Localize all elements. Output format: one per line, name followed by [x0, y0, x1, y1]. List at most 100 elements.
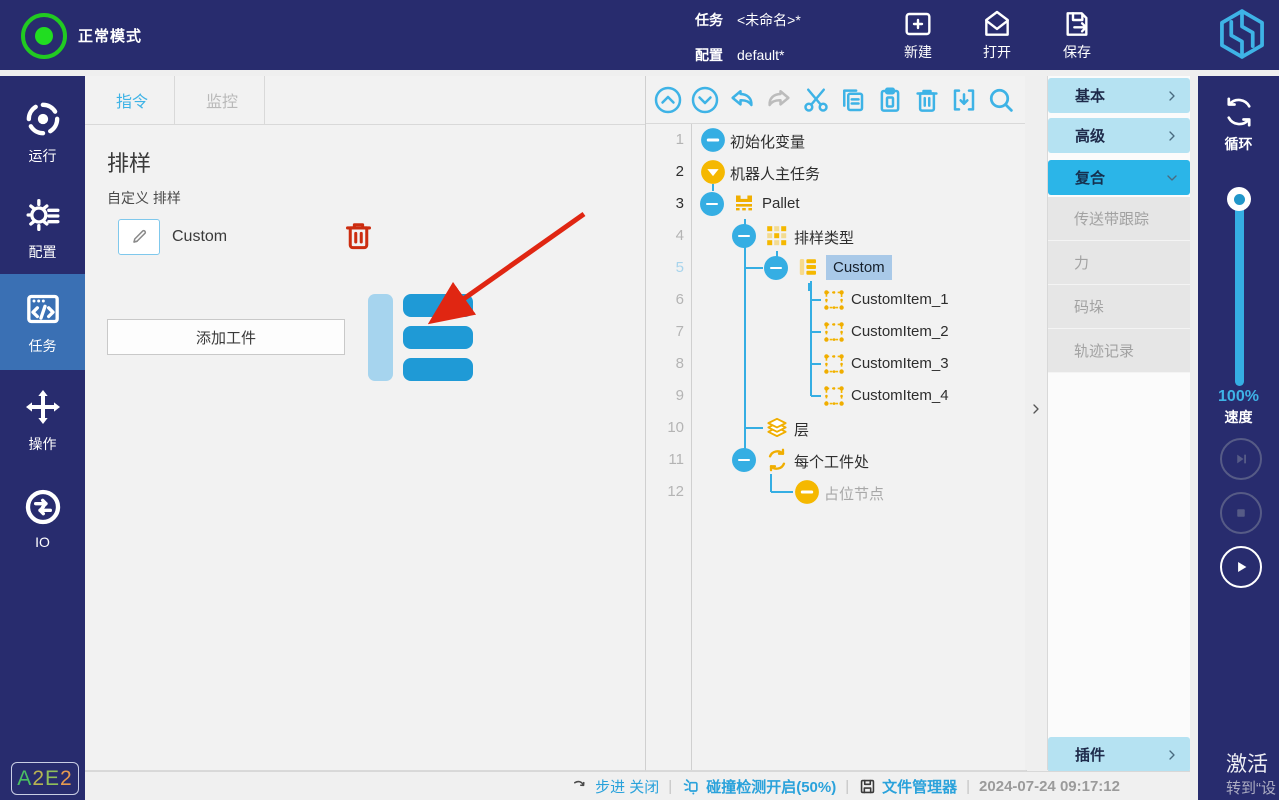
loop-label: 循环	[1198, 134, 1279, 154]
tree-row-number: 6	[646, 291, 684, 308]
cut-button[interactable]	[801, 85, 831, 115]
tree-node-[interactable]: 排样类型	[794, 227, 854, 248]
config-label: 配置	[695, 47, 723, 63]
sidebar-item-task[interactable]: 任务	[0, 274, 85, 370]
delete-button[interactable]	[912, 85, 942, 115]
skip-button[interactable]	[1220, 438, 1262, 480]
open-label: 打开	[983, 42, 1011, 62]
loop-icon[interactable]	[1221, 94, 1257, 130]
gutter-separator	[691, 124, 692, 770]
step-mode-status[interactable]: 步进 关闭	[571, 776, 659, 797]
open-button[interactable]: 打开	[965, 8, 1029, 62]
placeholder-icon	[794, 479, 820, 505]
tree-node-[interactable]: 初始化变量	[730, 131, 805, 152]
tree-connectors	[646, 124, 1026, 770]
sidebar-item-io[interactable]: IO	[0, 470, 85, 566]
pattern-graphic-item	[403, 358, 473, 381]
separator: |	[668, 778, 672, 795]
redo-button[interactable]	[764, 85, 794, 115]
speed-slider[interactable]	[1235, 194, 1244, 386]
chevron-down-icon	[1164, 170, 1180, 186]
compound-item[interactable]: 码垛	[1048, 285, 1190, 329]
category-compound[interactable]: 复合	[1048, 160, 1190, 195]
pattern-type-icon	[764, 223, 788, 247]
collapse-down-button[interactable]	[690, 85, 720, 115]
panel-collapse-handle[interactable]	[1025, 76, 1048, 770]
main-task-icon	[700, 159, 726, 185]
init-var-icon	[700, 127, 726, 153]
pattern-graphic-item	[403, 294, 473, 317]
tree-node-toggle[interactable]	[700, 192, 724, 216]
edit-name-button[interactable]	[118, 219, 160, 255]
stop-button[interactable]	[1220, 492, 1262, 534]
collision-detect-status[interactable]: 碰撞检测开启(50%)	[681, 776, 836, 797]
paste-button[interactable]	[875, 85, 905, 115]
collapse-up-icon	[653, 85, 683, 115]
delete-pattern-button[interactable]	[342, 219, 375, 252]
layers-icon	[764, 415, 790, 441]
pattern-name-value: Custom	[172, 228, 227, 246]
speed-slider-knob[interactable]	[1227, 187, 1251, 211]
category-basic[interactable]: 基本	[1048, 78, 1190, 113]
sidebar-item-label: 任务	[29, 336, 57, 356]
tree-node-custom[interactable]: Custom	[826, 255, 892, 280]
task-value: <未命名>*	[737, 12, 801, 28]
chevron-right-icon	[1028, 401, 1044, 417]
tab-monitor[interactable]: 监控	[180, 76, 265, 124]
tree-row-number: 10	[646, 419, 684, 436]
separator: |	[966, 778, 970, 795]
brand-logo-icon	[1214, 6, 1270, 62]
file-manager-button[interactable]: 文件管理器	[858, 776, 957, 797]
sidebar-item-operate[interactable]: 操作	[0, 372, 85, 468]
cut-icon	[801, 85, 831, 115]
tree-node-pallet[interactable]: Pallet	[762, 195, 800, 212]
category-label: 高级	[1075, 125, 1164, 146]
plugin-label: 插件	[1075, 744, 1164, 765]
sidebar-item-run[interactable]: 运行	[0, 84, 85, 180]
status-bar: 步进 关闭 | 碰撞检测开启(50%) | 文件管理器 | 2024-07-24…	[85, 771, 1190, 800]
tree-node-[interactable]: 层	[794, 419, 809, 440]
plugin-button[interactable]: 插件	[1048, 737, 1190, 772]
tree-node-customitem_3[interactable]: CustomItem_3	[851, 355, 949, 372]
tree-row-number: 4	[646, 227, 684, 244]
custom-item-icon	[821, 287, 847, 313]
tree-node-[interactable]: 占位节点	[824, 483, 884, 504]
play-button[interactable]	[1220, 546, 1262, 588]
tree-node-toggle[interactable]	[732, 448, 756, 472]
category-advanced[interactable]: 高级	[1048, 118, 1190, 153]
tree-row-number: 8	[646, 355, 684, 372]
save-icon	[1061, 8, 1093, 40]
compound-item[interactable]: 传送带跟踪	[1048, 197, 1190, 241]
pallet-icon	[732, 191, 756, 215]
undo-button[interactable]	[727, 85, 757, 115]
step-icon	[571, 777, 590, 796]
tree-node-customitem_2[interactable]: CustomItem_2	[851, 323, 949, 340]
collapse-down-icon	[690, 85, 720, 115]
robot-badge-letter: E	[45, 767, 60, 791]
save-button[interactable]: 保存	[1045, 8, 1109, 62]
tree-node-customitem_4[interactable]: CustomItem_4	[851, 387, 949, 404]
insert-button[interactable]	[949, 85, 979, 115]
tree-node-customitem_1[interactable]: CustomItem_1	[851, 291, 949, 308]
compound-item[interactable]: 轨迹记录	[1048, 329, 1190, 373]
foreach-icon	[764, 447, 790, 473]
tree-node-[interactable]: 机器人主任务	[730, 163, 820, 184]
add-workpiece-button[interactable]: 添加工件	[107, 319, 345, 355]
new-button[interactable]: 新建	[886, 8, 950, 62]
robot-badge[interactable]: A2E2	[11, 762, 79, 795]
search-icon	[986, 85, 1016, 115]
tree-node-[interactable]: 每个工件处	[794, 451, 869, 472]
search-button[interactable]	[986, 85, 1016, 115]
tab-instruction[interactable]: 指令	[90, 76, 175, 124]
compound-item[interactable]: 力	[1048, 241, 1190, 285]
copy-button[interactable]	[838, 85, 868, 115]
page-subtitle: 自定义 排样	[107, 188, 181, 208]
tree-node-toggle[interactable]	[764, 256, 788, 280]
top-bar: 正常模式 任务<未命名>* 配置default* 新建打开保存	[0, 0, 1279, 70]
tree-node-toggle[interactable]	[732, 224, 756, 248]
tree-row-number: 7	[646, 323, 684, 340]
collapse-up-button[interactable]	[653, 85, 683, 115]
paste-icon	[875, 85, 905, 115]
sidebar-item-label: IO	[35, 534, 50, 550]
sidebar-item-config[interactable]: 配置	[0, 180, 85, 276]
